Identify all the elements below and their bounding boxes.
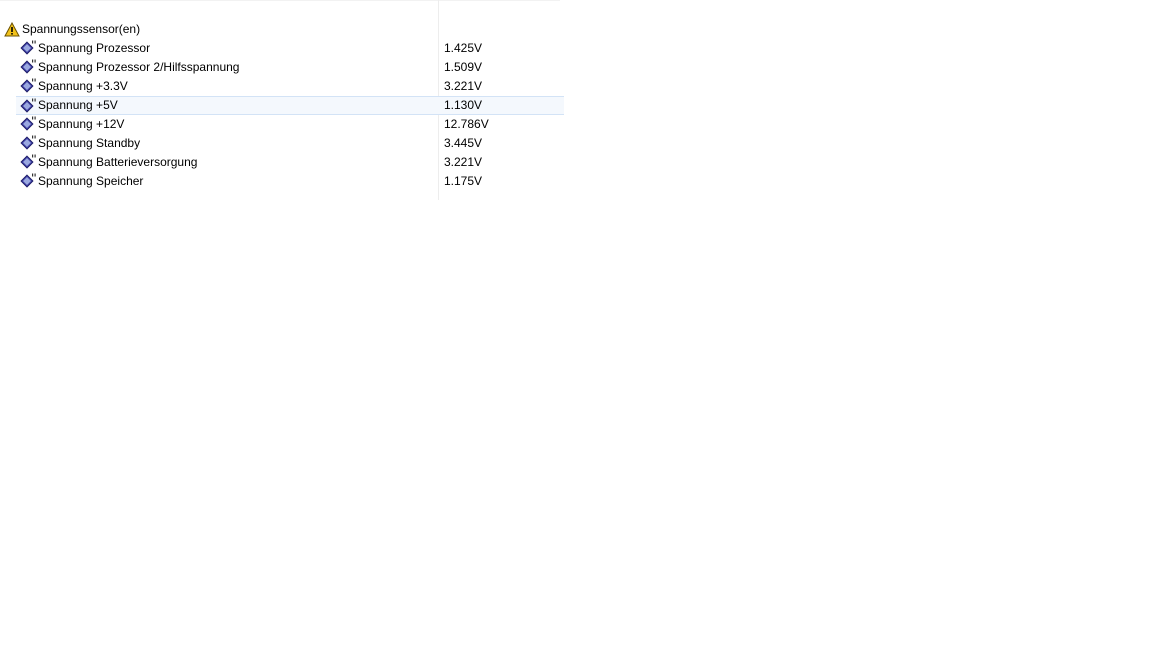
sensor-label: Spannung Speicher xyxy=(38,174,144,188)
sensor-label: Spannung Prozessor xyxy=(38,41,151,55)
sensor-icon xyxy=(20,135,36,150)
sensor-icon xyxy=(20,116,36,131)
sensor-icon xyxy=(20,59,36,74)
sensor-value: 12.786V xyxy=(444,117,489,131)
sensor-value: 1.509V xyxy=(444,60,483,74)
sensor-row[interactable]: Spannung +3.3V 3.221V xyxy=(0,77,564,96)
sensor-label: Spannung Batterieversorgung xyxy=(38,155,198,169)
sensor-label: Spannung +5V xyxy=(38,98,118,112)
warning-icon xyxy=(4,22,20,37)
sensor-row[interactable]: Spannung Prozessor 1.425V xyxy=(0,39,564,58)
sensor-value: 1.175V xyxy=(444,174,483,188)
sensor-icon xyxy=(20,173,36,188)
sensor-icon xyxy=(20,78,36,93)
sensor-page: Spannungssensor(en) Spannung Prozessor 1… xyxy=(0,0,1152,648)
sensor-icon xyxy=(20,154,36,169)
sensor-label: Spannung +3.3V xyxy=(38,79,128,93)
sensor-value: 3.221V xyxy=(444,79,483,93)
sensor-label: Spannung Standby xyxy=(38,136,141,150)
sensor-label: Spannung Prozessor 2/Hilfsspannung xyxy=(38,60,240,74)
sensor-value: 1.425V xyxy=(444,41,483,55)
sensor-row[interactable]: Spannung Prozessor 2/Hilfsspannung 1.509… xyxy=(0,58,564,77)
sensor-value: 3.221V xyxy=(444,155,483,169)
group-row-voltage-sensors[interactable]: Spannungssensor(en) xyxy=(0,20,564,39)
header-line xyxy=(0,0,560,1)
sensor-value: 1.130V xyxy=(444,98,483,112)
sensor-row-selected[interactable]: Spannung +5V 1.130V xyxy=(16,96,564,115)
sensor-row[interactable]: Spannung Standby 3.445V xyxy=(0,134,564,153)
sensor-row[interactable]: Spannung Speicher 1.175V xyxy=(0,172,564,191)
sensor-value: 3.445V xyxy=(444,136,483,150)
sensor-tree: Spannungssensor(en) Spannung Prozessor 1… xyxy=(0,20,564,191)
sensor-row[interactable]: Spannung +12V 12.786V xyxy=(0,115,564,134)
sensor-icon xyxy=(20,98,36,113)
sensor-icon xyxy=(20,40,36,55)
group-label: Spannungssensor(en) xyxy=(22,22,141,36)
sensor-row[interactable]: Spannung Batterieversorgung 3.221V xyxy=(0,153,564,172)
sensor-label: Spannung +12V xyxy=(38,117,125,131)
